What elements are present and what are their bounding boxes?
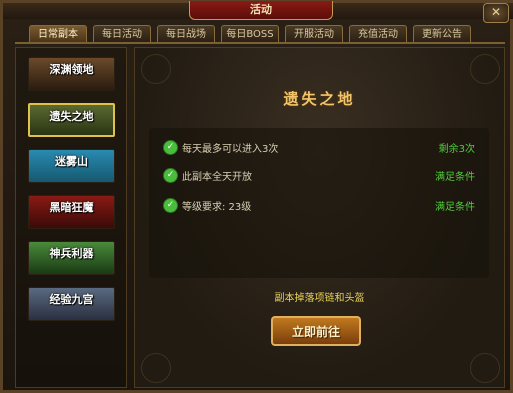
window-title: 活动 — [189, 1, 333, 20]
condition-status: 剩余3次 — [438, 144, 475, 155]
dungeon-title: 遗失之地 — [283, 90, 356, 108]
dungeon-misty-mountain[interactable]: 迷雾山 — [28, 149, 115, 183]
condition-text: 等级要求: 23级 — [182, 202, 252, 213]
dungeon-label: 深渊领地 — [49, 63, 94, 76]
dungeon-lost-land[interactable]: 遗失之地 — [28, 103, 115, 137]
dungeon-abyss-territory[interactable]: 深渊领地 — [28, 57, 115, 91]
dungeon-label: 迷雾山 — [55, 155, 88, 168]
go-now-button[interactable]: 立即前往 — [271, 316, 361, 346]
dungeon-label: 黑暗狂魔 — [49, 201, 94, 214]
dungeon-label: 遗失之地 — [49, 110, 94, 123]
drop-info-text: 副本掉落项链和头盔 — [274, 293, 365, 304]
condition-row: ✓ 每天最多可以进入3次 剩余3次 — [163, 138, 475, 156]
condition-status: 满足条件 — [435, 172, 475, 183]
dungeon-exp-nine-palace[interactable]: 经验九宫 — [28, 287, 115, 321]
dungeon-detail-panel: 遗失之地 ✓ 每天最多可以进入3次 剩余3次 ✓ 此副本全天开放 满足条件 ✓ … — [134, 47, 505, 388]
tab-daily-battlefield[interactable]: 每日战场 — [157, 25, 215, 42]
checkmark-icon: ✓ — [163, 140, 178, 155]
condition-text: 每天最多可以进入3次 — [182, 144, 279, 155]
activity-window: 活动 ✕ 日常副本 每日活动 每日战场 每日BOSS 开服活动 充值活动 更新公… — [0, 0, 513, 393]
dungeon-dark-demon[interactable]: 黑暗狂魔 — [28, 195, 115, 229]
condition-row: ✓ 等级要求: 23级 满足条件 — [163, 196, 475, 214]
conditions-box: ✓ 每天最多可以进入3次 剩余3次 ✓ 此副本全天开放 满足条件 ✓ 等级要求:… — [149, 128, 489, 278]
corner-ornament — [470, 353, 500, 383]
corner-ornament — [141, 353, 171, 383]
close-icon[interactable]: ✕ — [483, 3, 509, 23]
dungeon-divine-weapon[interactable]: 神兵利器 — [28, 241, 115, 275]
tab-recharge-activity[interactable]: 充值活动 — [349, 25, 407, 42]
tab-daily-boss[interactable]: 每日BOSS — [221, 25, 279, 42]
condition-row: ✓ 此副本全天开放 满足条件 — [163, 166, 475, 184]
condition-status: 满足条件 — [435, 202, 475, 213]
tab-divider — [15, 42, 505, 44]
checkmark-icon: ✓ — [163, 168, 178, 183]
dungeon-list: 深渊领地 遗失之地 迷雾山 黑暗狂魔 神兵利器 经验九宫 — [15, 47, 127, 388]
dungeon-label: 经验九宫 — [49, 293, 94, 306]
corner-ornament — [470, 54, 500, 84]
tab-server-open-activity[interactable]: 开服活动 — [285, 25, 343, 42]
tab-update-notice[interactable]: 更新公告 — [413, 25, 471, 42]
dungeon-label: 神兵利器 — [49, 247, 94, 260]
title-bar: 活动 ✕ — [3, 1, 513, 23]
tab-daily-dungeon[interactable]: 日常副本 — [29, 25, 87, 42]
corner-ornament — [141, 54, 171, 84]
tab-daily-activity[interactable]: 每日活动 — [93, 25, 151, 42]
checkmark-icon: ✓ — [163, 198, 178, 213]
condition-text: 此副本全天开放 — [182, 172, 252, 183]
